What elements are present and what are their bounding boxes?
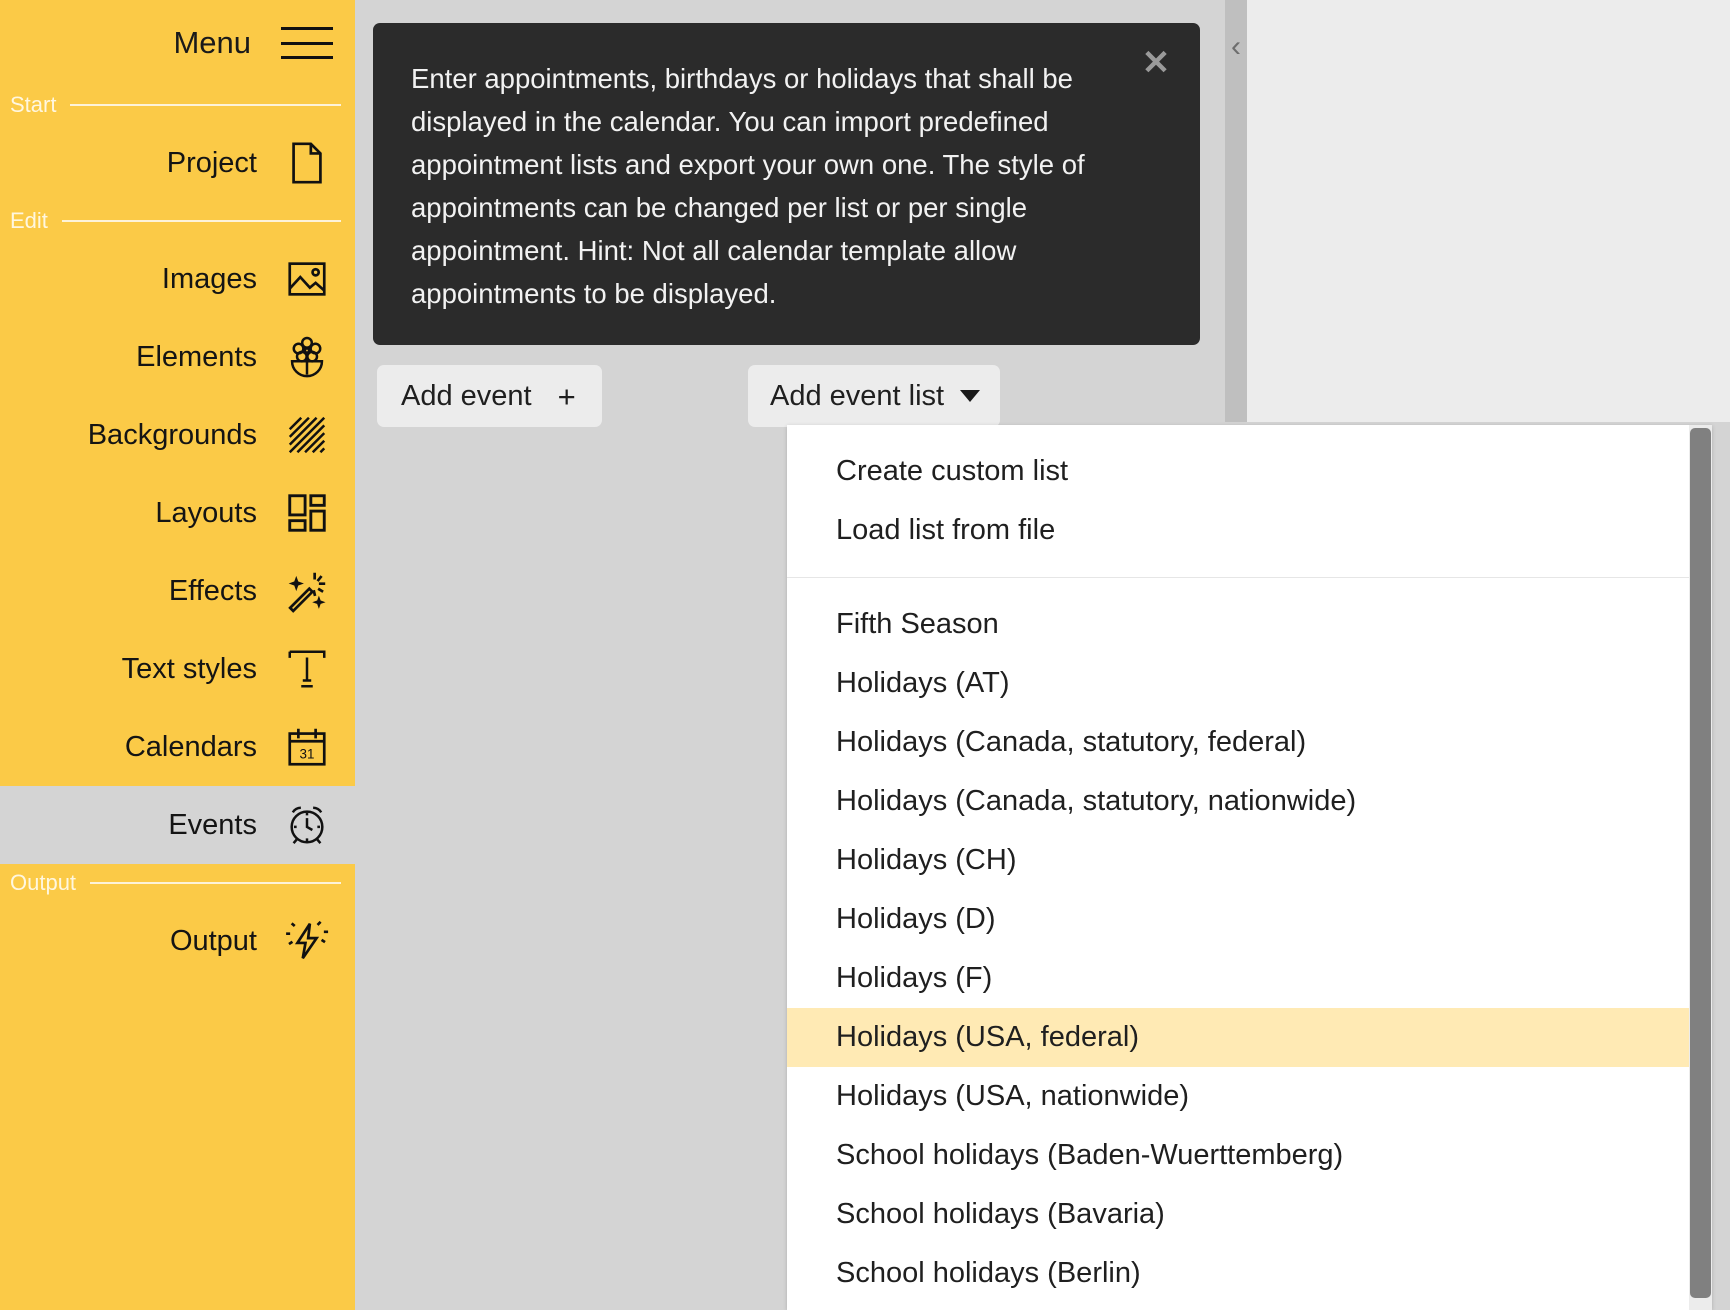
sidebar-item-project[interactable]: Project: [0, 124, 355, 202]
list-item[interactable]: School holidays (Baden-Wuerttemberg): [787, 1126, 1712, 1185]
chevron-down-icon: [960, 390, 980, 402]
list-item-label: Holidays (D): [836, 903, 996, 936]
add-event-button[interactable]: Add event +: [377, 365, 602, 427]
list-item-label: Holidays (Canada, statutory, nationwide): [836, 785, 1356, 818]
list-item-label: Fifth Season: [836, 608, 999, 641]
dropdown-scrollbar-track[interactable]: [1689, 425, 1712, 1310]
close-icon[interactable]: ✕: [1134, 41, 1178, 85]
hamburger-icon[interactable]: [281, 25, 333, 61]
sidebar-item-label: Images: [162, 263, 257, 296]
sidebar-item-backgrounds[interactable]: Backgrounds: [0, 396, 355, 474]
group-rule: [70, 104, 341, 106]
dropdown-actions-group: Create custom list Load list from file: [787, 425, 1712, 560]
list-item[interactable]: School holidays (Berlin): [787, 1244, 1712, 1303]
calendar-31-icon: 31: [283, 723, 331, 771]
image-icon: [283, 255, 331, 303]
group-rule: [90, 882, 341, 884]
sidebar-item-text-styles[interactable]: Text styles: [0, 630, 355, 708]
list-item-label: Holidays (AT): [836, 667, 1010, 700]
list-item[interactable]: Holidays (AT): [787, 654, 1712, 713]
canvas-area: [1247, 0, 1730, 422]
sidebar-item-label: Text styles: [122, 653, 257, 686]
dropdown-scrollbar-thumb[interactable]: [1690, 428, 1711, 1298]
sidebar-item-label: Effects: [169, 575, 257, 608]
sidebar-item-label: Layouts: [155, 497, 257, 530]
magic-wand-icon: [283, 567, 331, 615]
sidebar-item-label: Project: [167, 147, 257, 180]
sidebar-item-label: Events: [168, 809, 257, 842]
list-item[interactable]: Holidays (CH): [787, 831, 1712, 890]
sidebar-item-label: Backgrounds: [88, 419, 257, 452]
sidebar-item-events[interactable]: Events: [0, 786, 355, 864]
group-rule: [62, 220, 341, 222]
add-event-list-button[interactable]: Add event list: [748, 365, 1000, 427]
list-item[interactable]: Fifth Season: [787, 595, 1712, 654]
menu-item-label: Load list from file: [836, 514, 1055, 547]
menu-item-create-custom-list[interactable]: Create custom list: [787, 442, 1712, 501]
group-divider-edit: Edit: [0, 202, 355, 240]
sidebar-item-layouts[interactable]: Layouts: [0, 474, 355, 552]
sidebar-item-effects[interactable]: Effects: [0, 552, 355, 630]
list-item-label: School holidays (Berlin): [836, 1257, 1141, 1290]
list-item-label: School holidays (Bavaria): [836, 1198, 1165, 1231]
group-label-edit: Edit: [10, 208, 48, 234]
group-label-output: Output: [10, 870, 76, 896]
info-tooltip: Enter appointments, birthdays or holiday…: [373, 23, 1200, 345]
add-event-list-label: Add event list: [770, 380, 944, 413]
list-item-label: Holidays (Canada, statutory, federal): [836, 726, 1306, 759]
sidebar-item-elements[interactable]: Elements: [0, 318, 355, 396]
menu-label: Menu: [173, 25, 251, 61]
plus-icon: +: [558, 381, 576, 412]
sidebar-item-label: Output: [170, 925, 257, 958]
collapse-panel-button[interactable]: ‹: [1225, 0, 1247, 422]
text-t-icon: [283, 645, 331, 693]
list-item[interactable]: Holidays (F): [787, 949, 1712, 1008]
document-icon: [283, 139, 331, 187]
list-item[interactable]: Holidays (D): [787, 890, 1712, 949]
chevron-left-icon: ‹: [1231, 32, 1241, 422]
menu-item-label: Create custom list: [836, 455, 1068, 488]
sidebar-item-calendars[interactable]: Calendars 31: [0, 708, 355, 786]
flower-icon: [283, 333, 331, 381]
list-item-label: Holidays (USA, nationwide): [836, 1080, 1189, 1113]
list-item-label: School holidays (Baden-Wuerttemberg): [836, 1139, 1343, 1172]
alarm-clock-icon: [283, 801, 331, 849]
sidebar-item-output[interactable]: Output: [0, 902, 355, 980]
info-tooltip-text: Enter appointments, birthdays or holiday…: [411, 57, 1091, 315]
menu-divider: [787, 577, 1712, 578]
sidebar-item-label: Elements: [136, 341, 257, 374]
group-label-start: Start: [10, 92, 56, 118]
list-item[interactable]: Holidays (USA, nationwide): [787, 1067, 1712, 1126]
dropdown-lists-group: Fifth Season Holidays (AT) Holidays (Can…: [787, 595, 1712, 1303]
hatch-pattern-icon: [283, 411, 331, 459]
svg-text:31: 31: [300, 747, 315, 762]
list-item-label: Holidays (USA, federal): [836, 1021, 1139, 1054]
layout-grid-icon: [283, 489, 331, 537]
add-event-label: Add event: [401, 380, 532, 413]
sidebar-item-images[interactable]: Images: [0, 240, 355, 318]
menu-toggle[interactable]: Menu: [0, 0, 355, 86]
menu-item-load-list-from-file[interactable]: Load list from file: [787, 501, 1712, 560]
list-item-label: Holidays (F): [836, 962, 992, 995]
sidebar-item-label: Calendars: [125, 731, 257, 764]
group-divider-start: Start: [0, 86, 355, 124]
list-item[interactable]: School holidays (Bavaria): [787, 1185, 1712, 1244]
sidebar: Menu Start Project Edit Images: [0, 0, 355, 1310]
list-item-selected[interactable]: Holidays (USA, federal): [787, 1008, 1712, 1067]
list-item[interactable]: Holidays (Canada, statutory, nationwide): [787, 772, 1712, 831]
list-item-label: Holidays (CH): [836, 844, 1016, 877]
list-item[interactable]: Holidays (Canada, statutory, federal): [787, 713, 1712, 772]
group-divider-output: Output: [0, 864, 355, 902]
add-event-list-dropdown: Create custom list Load list from file F…: [787, 425, 1712, 1310]
output-flash-icon: [283, 917, 331, 965]
app-window: Menu Start Project Edit Images: [0, 0, 1730, 1310]
